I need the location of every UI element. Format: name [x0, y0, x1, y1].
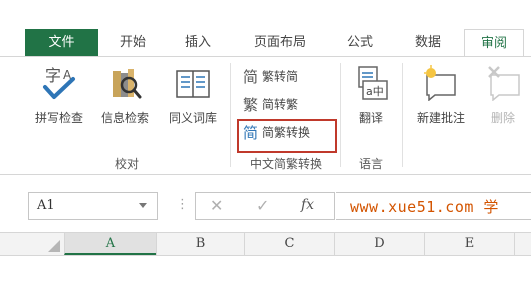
- chevron-down-icon[interactable]: [139, 203, 147, 208]
- spell-check-label: 拼写检查: [34, 111, 83, 125]
- proofing-group-label: 校对: [114, 157, 139, 171]
- svg-text:字: 字: [45, 66, 61, 85]
- formula-input[interactable]: www.xue51.com 学: [336, 192, 531, 220]
- delete-comment-label: 删除: [490, 111, 515, 125]
- simp-to-trad-button[interactable]: 繁 简转繁: [242, 95, 298, 115]
- column-header-e[interactable]: E: [424, 233, 514, 255]
- translate-icon: a中: [358, 66, 388, 100]
- column-header-c[interactable]: C: [244, 233, 334, 255]
- language-group-label: 语言: [358, 157, 383, 171]
- group-separator: [340, 63, 341, 167]
- simp-to-trad-label: 简转繁: [262, 97, 299, 112]
- svg-text:简: 简: [243, 68, 258, 85]
- tab-review[interactable]: 审阅: [464, 29, 524, 58]
- trad-to-simp-button[interactable]: 简 繁转简: [242, 67, 298, 87]
- chinese-conversion-group-label: 中文简繁转换: [249, 157, 322, 171]
- research-icon: [113, 69, 142, 99]
- research-label: 信息检索: [100, 111, 149, 125]
- ribbon-review: 字 A 拼写检查 信息检索 同义词库 校对 简 繁转简 繁 简转繁 简 简繁转换…: [0, 57, 531, 174]
- trad-to-simp-icon: 简: [243, 68, 258, 85]
- thesaurus-label: 同义词库: [168, 111, 217, 125]
- formula-bar-grip-icon: ⋮: [176, 197, 189, 212]
- select-all-icon: [48, 240, 60, 252]
- thesaurus-icon: [176, 70, 210, 98]
- new-comment-button[interactable]: 新建批注: [408, 59, 474, 139]
- enter-icon[interactable]: ✓: [256, 196, 269, 215]
- select-all-button[interactable]: [0, 233, 64, 255]
- new-comment-icon: [424, 65, 456, 101]
- insert-function-icon[interactable]: fx: [301, 197, 314, 213]
- name-box-value: A1: [37, 198, 55, 213]
- column-header-d[interactable]: D: [334, 233, 424, 255]
- tab-formulas[interactable]: 公式: [335, 29, 385, 57]
- spell-check-button[interactable]: 字 A 拼写检查: [30, 59, 88, 139]
- tab-file[interactable]: 文件: [25, 29, 98, 57]
- trad-to-simp-label: 繁转简: [262, 69, 299, 84]
- cancel-icon[interactable]: ✕: [210, 196, 223, 215]
- thesaurus-button[interactable]: 同义词库: [162, 59, 224, 139]
- tab-data[interactable]: 数据: [400, 29, 456, 57]
- worksheet-grid[interactable]: [0, 256, 531, 300]
- tab-page-layout[interactable]: 页面布局: [240, 29, 320, 57]
- column-header-a[interactable]: A: [64, 233, 156, 255]
- ribbon-tab-bar: 文件 开始 插入 页面布局 公式 数据 审阅: [0, 29, 531, 58]
- simp-to-trad-icon: 繁: [243, 96, 258, 113]
- group-separator: [230, 63, 231, 167]
- column-header-row: A B C D E: [0, 232, 531, 256]
- translate-label: 翻译: [358, 111, 383, 125]
- delete-comment-button[interactable]: 删除: [478, 59, 528, 139]
- new-comment-label: 新建批注: [416, 111, 465, 125]
- excel-window: 文件 开始 插入 页面布局 公式 数据 审阅 字 A 拼写检查 信息检索 同义词…: [0, 0, 531, 300]
- name-box[interactable]: A1: [28, 192, 158, 220]
- group-separator: [402, 63, 403, 167]
- spell-check-icon: 字 A: [43, 66, 75, 99]
- formula-content: www.xue51.com 学: [350, 198, 499, 216]
- highlight-annotation-box: [237, 119, 337, 153]
- translate-button[interactable]: a中 翻译: [346, 59, 396, 139]
- tab-home[interactable]: 开始: [105, 29, 161, 57]
- svg-text:a中: a中: [366, 85, 384, 98]
- column-header-b[interactable]: B: [156, 233, 244, 255]
- formula-buttons: ✕ ✓ fx: [195, 192, 335, 220]
- delete-comment-icon: [488, 66, 520, 101]
- column-header-next[interactable]: [514, 233, 531, 255]
- svg-text:繁: 繁: [243, 96, 258, 113]
- ribbon-bottom-border: [0, 174, 531, 175]
- research-button[interactable]: 信息检索: [96, 59, 154, 139]
- tab-insert[interactable]: 插入: [170, 29, 226, 57]
